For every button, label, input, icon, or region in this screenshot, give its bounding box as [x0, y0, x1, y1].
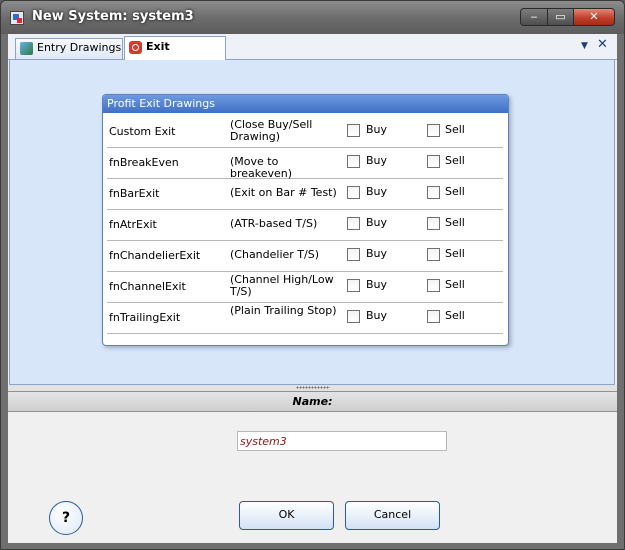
buy-checkbox[interactable]: [347, 155, 360, 168]
sell-checkbox-label[interactable]: Sell: [445, 216, 465, 229]
sell-checkbox-label[interactable]: Sell: [445, 123, 465, 136]
exit-drawing-name: fnTrailingExit: [109, 311, 181, 324]
cancel-button[interactable]: Cancel: [345, 501, 440, 530]
buy-checkbox[interactable]: [347, 217, 360, 230]
tab-list-dropdown-icon[interactable]: ▼: [581, 41, 588, 51]
system-name-input[interactable]: system3: [237, 431, 447, 451]
entry-drawings-icon: [20, 42, 33, 55]
minimize-button[interactable]: ‒: [520, 8, 548, 26]
exit-drawing-description: (Exit on Bar # Test): [230, 186, 337, 199]
close-tab-icon[interactable]: ✕: [597, 37, 608, 52]
buy-checkbox[interactable]: [347, 186, 360, 199]
buy-checkbox-label[interactable]: Buy: [366, 154, 387, 167]
sell-checkbox[interactable]: [427, 310, 440, 323]
splitter-grip-icon[interactable]: [296, 386, 330, 389]
sell-checkbox[interactable]: [427, 217, 440, 230]
sell-checkbox-label[interactable]: Sell: [445, 247, 465, 260]
help-button[interactable]: ?: [49, 501, 83, 535]
power-icon: [129, 41, 142, 54]
sell-checkbox[interactable]: [427, 186, 440, 199]
exit-drawing-name: fnChannelExit: [109, 280, 186, 293]
sell-checkbox-label[interactable]: Sell: [445, 309, 465, 322]
exit-drawing-description: (Close Buy/Sell Drawing): [230, 118, 313, 143]
buy-checkbox-label[interactable]: Buy: [366, 185, 387, 198]
exit-drawing-row: fnAtrExit (ATR-based T/S) Buy Sell: [107, 209, 503, 241]
exit-drawing-row: fnTrailingExit (Plain Trailing Stop) Buy Se…: [107, 302, 503, 334]
buy-checkbox-label[interactable]: Buy: [366, 216, 387, 229]
group-title: Profit Exit Drawings: [103, 95, 508, 113]
app-icon: [10, 11, 24, 25]
dialog-window: New System: system3 ‒ ▭ ✕ Entry Drawings…: [0, 0, 625, 550]
buy-checkbox[interactable]: [347, 124, 360, 137]
buy-checkbox-label[interactable]: Buy: [366, 123, 387, 136]
sell-checkbox[interactable]: [427, 279, 440, 292]
sell-checkbox-label[interactable]: Sell: [445, 278, 465, 291]
window-title: New System: system3: [32, 9, 194, 24]
buy-checkbox-label[interactable]: Buy: [366, 309, 387, 322]
exit-drawing-row: fnBarExit (Exit on Bar # Test) Buy Sell: [107, 178, 503, 210]
exit-drawing-row: Custom Exit (Close Buy/Sell Drawing) Buy Se…: [107, 116, 503, 148]
sell-checkbox[interactable]: [427, 155, 440, 168]
buy-checkbox-label[interactable]: Buy: [366, 247, 387, 260]
exit-drawing-name: fnAtrExit: [109, 218, 157, 231]
exit-drawings-page: Profit Exit Drawings Custom Exit (Close B…: [9, 60, 615, 385]
exit-drawing-description: (Move to breakeven): [230, 155, 293, 180]
exit-drawing-name: fnChandelierExit: [109, 249, 201, 262]
sell-checkbox-label[interactable]: Sell: [445, 154, 465, 167]
exit-drawing-row: fnChandelierExit (Chandelier T/S) Buy Sell: [107, 240, 503, 272]
exit-drawing-row: fnChannelExit (Channel High/Low T/S) Buy Se…: [107, 271, 503, 303]
buy-checkbox[interactable]: [347, 310, 360, 323]
exit-drawing-description: (Chandelier T/S): [230, 248, 320, 261]
ok-button[interactable]: OK: [239, 501, 334, 530]
exit-drawing-description: (ATR-based T/S): [230, 217, 318, 230]
dialog-client: Entry Drawings Exit Drawings ▼ ✕ Profit …: [8, 34, 617, 543]
tab-exit-drawings[interactable]: Exit Drawings: [124, 36, 226, 73]
buy-checkbox[interactable]: [347, 279, 360, 292]
sell-checkbox-label[interactable]: Sell: [445, 185, 465, 198]
exit-drawing-description: (Plain Trailing Stop): [230, 304, 337, 317]
exit-drawing-name: fnBreakEven: [109, 156, 179, 169]
sell-checkbox[interactable]: [427, 248, 440, 261]
tab-strip: Entry Drawings Exit Drawings ▼ ✕: [8, 34, 617, 73]
close-button[interactable]: ✕: [573, 8, 615, 26]
exit-drawing-description: (Channel High/Low T/S): [230, 273, 334, 298]
exit-drawing-name: fnBarExit: [109, 187, 160, 200]
name-header: Name:: [8, 391, 617, 412]
tab-entry-drawings[interactable]: Entry Drawings: [15, 38, 123, 59]
tab-label: Entry Drawings: [37, 41, 122, 54]
sell-checkbox[interactable]: [427, 124, 440, 137]
buy-checkbox[interactable]: [347, 248, 360, 261]
exit-drawing-name: Custom Exit: [109, 125, 176, 138]
profit-exit-drawings-group: Profit Exit Drawings Custom Exit (Close B…: [102, 94, 509, 346]
exit-drawing-row: fnBreakEven (Move to breakeven) Buy Sell: [107, 147, 503, 180]
maximize-button[interactable]: ▭: [547, 8, 574, 26]
buy-checkbox-label[interactable]: Buy: [366, 278, 387, 291]
title-bar[interactable]: New System: system3 ‒ ▭ ✕: [1, 1, 624, 34]
